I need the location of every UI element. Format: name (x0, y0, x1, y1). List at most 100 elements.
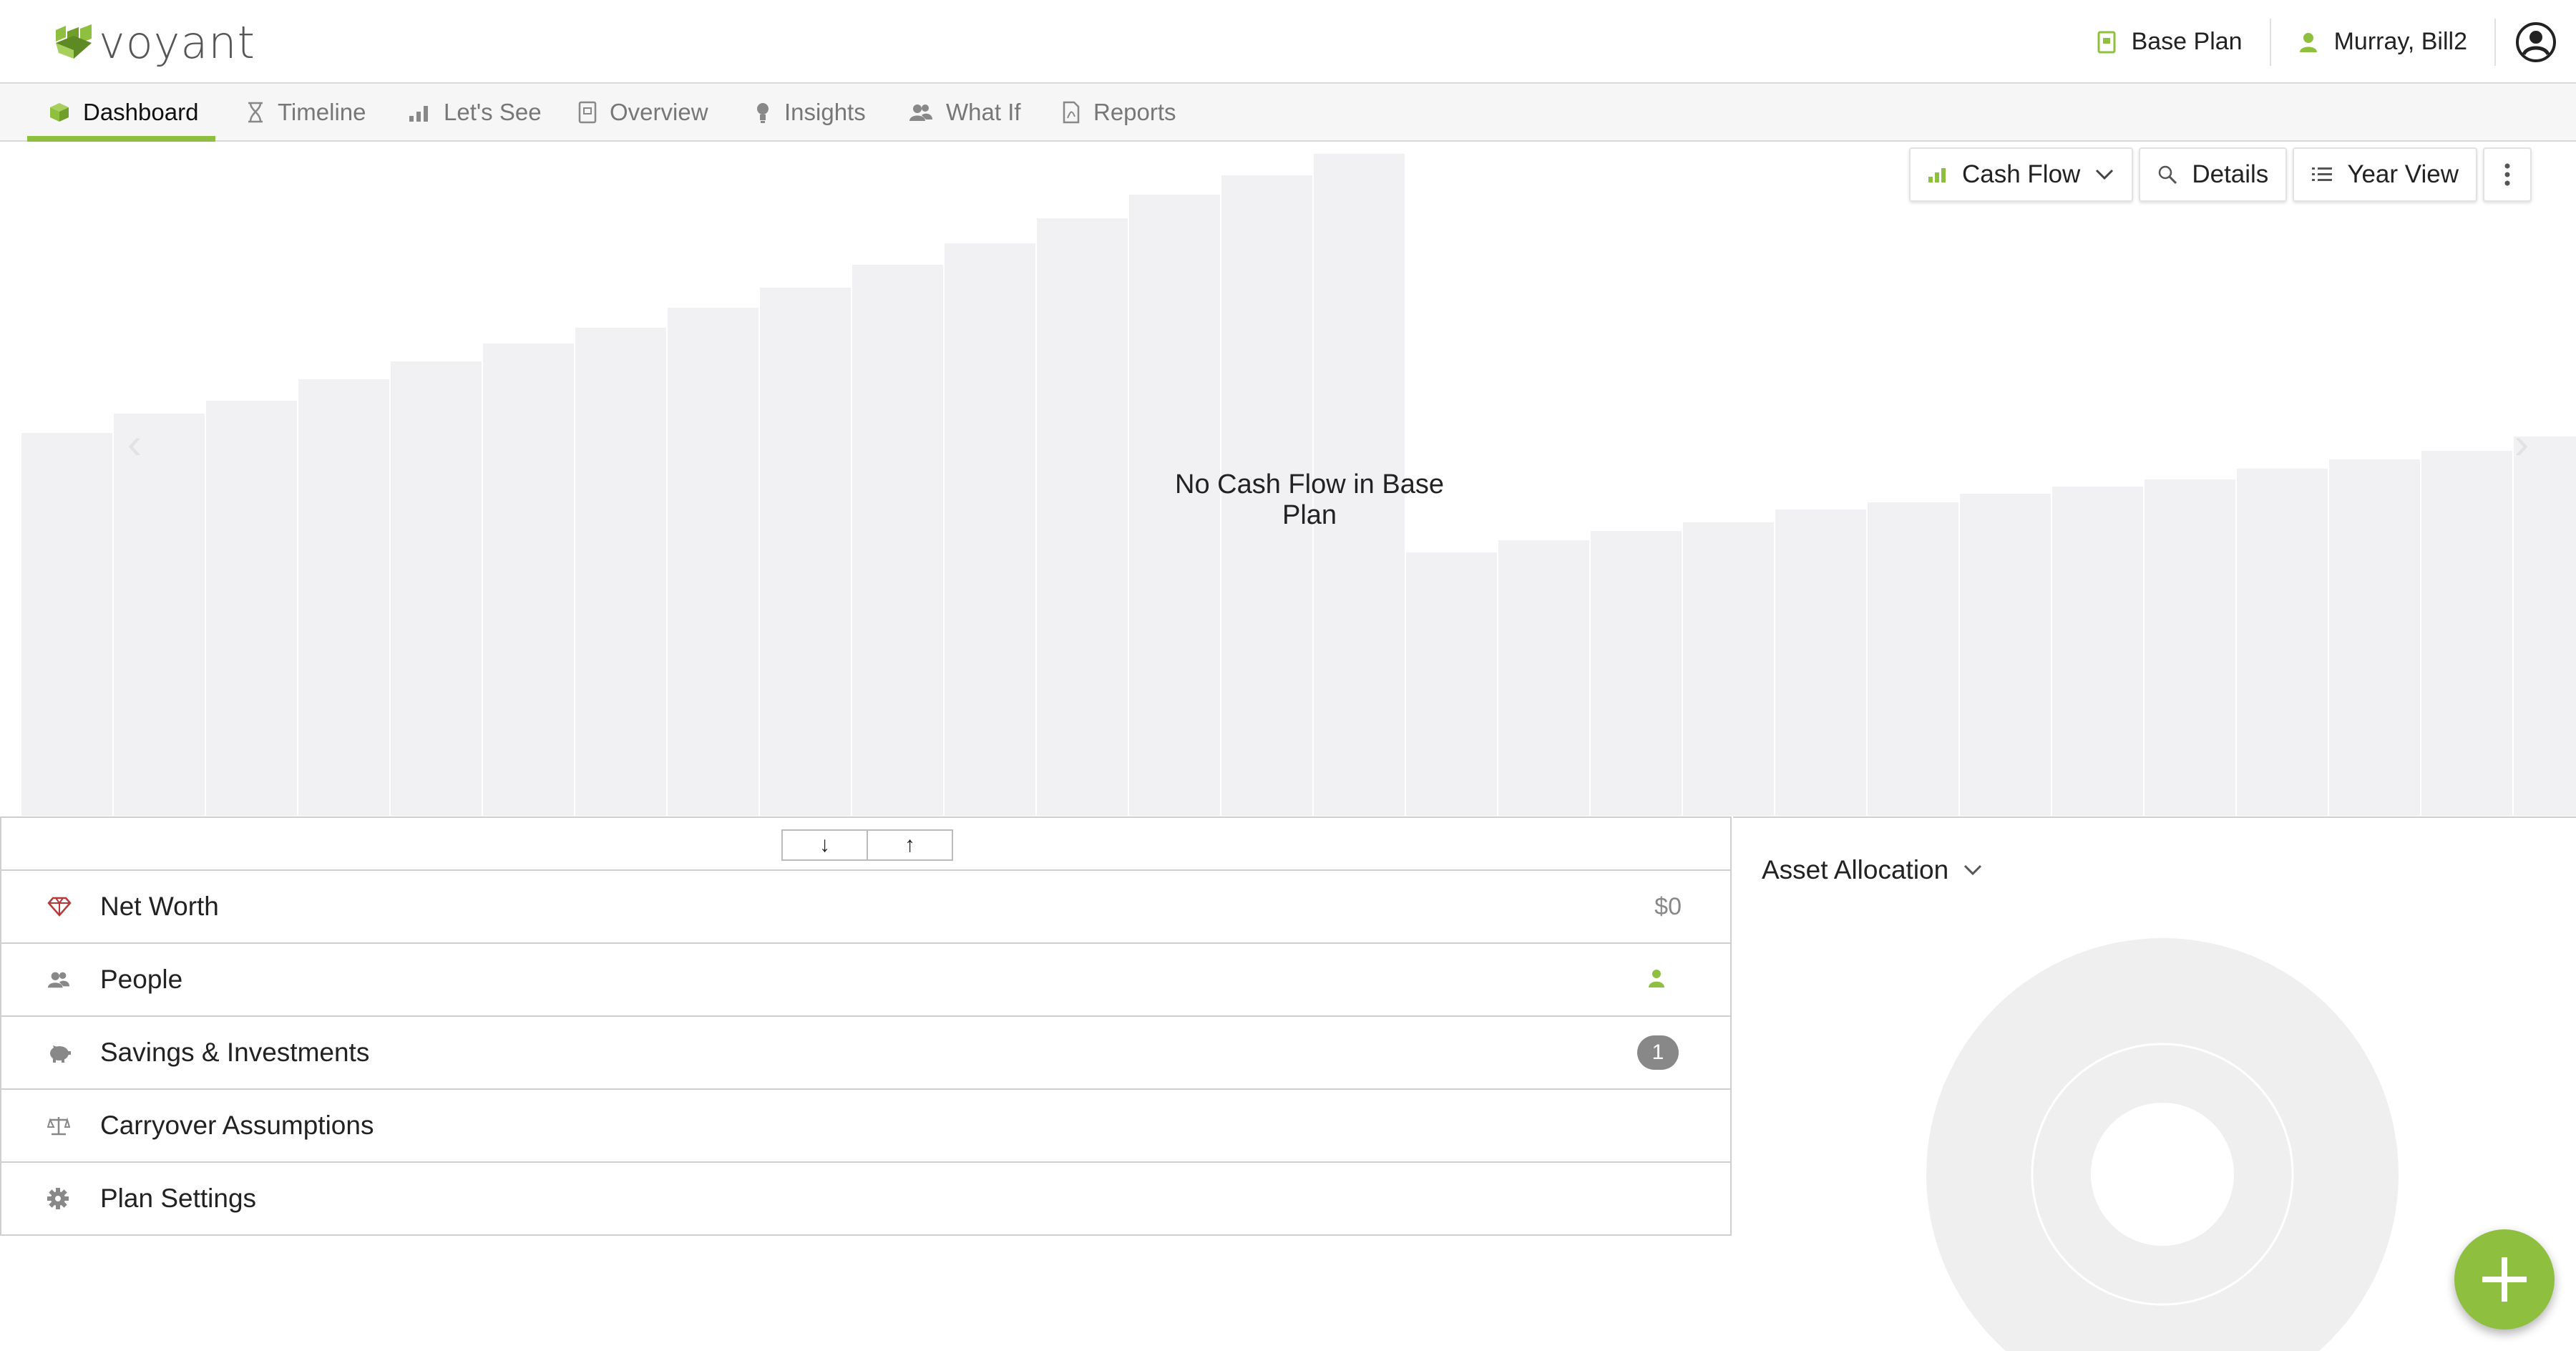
tab-overview[interactable]: Overview (578, 84, 708, 140)
cash-flow-chart[interactable]: ‹ › No Cash Flow in Base Plan (0, 143, 2576, 816)
section-label: Net Worth (100, 892, 219, 921)
main-tab-bar: Dashboard Timeline Let's See Overview In… (0, 84, 2576, 142)
bar-chart-icon (409, 106, 428, 122)
tab-label: Let's See (444, 99, 542, 125)
add-button[interactable] (2454, 1229, 2555, 1330)
voyant-logo[interactable]: voyant (53, 16, 255, 69)
app-header: voyant Base Plan Murray, Bill2 (0, 0, 2576, 84)
placeholder-bar (391, 361, 483, 816)
details-label: Details (2192, 160, 2269, 188)
placeholder-bar (760, 288, 852, 816)
chevron-down-icon (1964, 864, 1982, 876)
year-view-label: Year View (2347, 160, 2459, 188)
tab-reports[interactable]: Reports (1062, 84, 1176, 140)
placeholder-bar (114, 414, 206, 816)
diamond-icon (47, 897, 90, 917)
section-carryover-assumptions[interactable]: Carryover Assumptions (1, 1088, 1730, 1161)
client-selector[interactable]: Murray, Bill2 (2271, 0, 2494, 84)
plan-selector[interactable]: Base Plan (2070, 0, 2270, 84)
chart-toolbar: Cash Flow Details Year View (1909, 147, 2532, 202)
placeholder-bar (1683, 522, 1775, 816)
details-button[interactable]: Details (2139, 147, 2288, 202)
section-label: Plan Settings (100, 1184, 257, 1213)
asset-allocation-title: Asset Allocation (1762, 855, 1949, 884)
cube-icon (50, 103, 69, 122)
people-icon (47, 970, 90, 990)
voyant-logo-icon (56, 24, 92, 59)
tab-what-if[interactable]: What If (909, 84, 1021, 140)
asset-allocation-panel: Asset Allocation (1733, 816, 2576, 1351)
tab-label: Overview (610, 99, 708, 125)
placeholder-bar (852, 265, 945, 816)
placeholder-bar (2145, 479, 2237, 816)
brand-name: voyant (99, 16, 255, 69)
chart-type-label: Cash Flow (1962, 160, 2081, 188)
gear-icon (47, 1188, 90, 1209)
chart-next-arrow[interactable]: › (2487, 412, 2556, 474)
more-options-button[interactable] (2482, 147, 2532, 202)
placeholder-bar (1868, 502, 1960, 816)
chevron-down-icon (2096, 169, 2114, 180)
asset-allocation-dropdown[interactable]: Asset Allocation (1762, 855, 1983, 885)
account-button[interactable] (2496, 0, 2576, 84)
placeholder-bar (1960, 494, 2052, 816)
collapse-down-button[interactable]: ↓ (783, 831, 868, 859)
pdf-icon (1063, 101, 1080, 124)
plan-sections-panel: ↓ ↑ Net Worth $0 People Savings & Invest… (0, 816, 1732, 1236)
count-badge: 1 (1637, 1035, 1679, 1070)
plus-icon (2482, 1257, 2527, 1302)
person-icon (1649, 966, 1664, 994)
placeholder-bar (1037, 218, 1129, 816)
year-view-button[interactable]: Year View (2293, 147, 2477, 202)
tab-lets-see[interactable]: Let's See (408, 84, 542, 140)
placeholder-bar (2421, 451, 2514, 816)
client-name: Murray, Bill2 (2333, 28, 2467, 55)
placeholder-bar (1406, 552, 1498, 816)
section-sort-control: ↓ ↑ (781, 829, 953, 861)
placeholder-bar (21, 433, 114, 816)
asset-allocation-donut-placeholder (1926, 938, 2399, 1351)
tab-timeline[interactable]: Timeline (246, 84, 366, 140)
people-icon (909, 104, 932, 121)
section-plan-settings[interactable]: Plan Settings (1, 1161, 1730, 1234)
placeholder-bar (206, 401, 298, 816)
chart-prev-arrow[interactable]: ‹ (100, 412, 169, 474)
chart-type-dropdown[interactable]: Cash Flow (1909, 147, 2134, 202)
placeholder-bar (2514, 436, 2576, 816)
lightbulb-icon (757, 103, 769, 123)
scales-icon (47, 1116, 90, 1136)
piggy-bank-icon (47, 1043, 90, 1063)
placeholder-bar (1591, 531, 1683, 816)
document-icon (578, 101, 597, 124)
section-net-worth[interactable]: Net Worth $0 (1, 869, 1730, 942)
tab-insights[interactable]: Insights (754, 84, 866, 140)
placeholder-bar (668, 308, 760, 816)
account-circle-icon (2516, 21, 2556, 62)
tab-label: Timeline (278, 99, 366, 125)
tab-dashboard[interactable]: Dashboard (27, 84, 216, 142)
active-tab-indicator (27, 136, 216, 142)
placeholder-bar (2237, 469, 2329, 816)
placeholder-bar (1775, 509, 1868, 816)
net-worth-value: $0 (1654, 892, 1682, 920)
kebab-menu-icon (2504, 163, 2510, 186)
tab-label: Dashboard (83, 99, 199, 125)
collapse-up-button[interactable]: ↑ (868, 831, 952, 859)
placeholder-bar (2052, 487, 2145, 816)
section-people[interactable]: People (1, 942, 1730, 1015)
placeholder-bar (483, 343, 575, 816)
placeholder-bar (298, 379, 391, 816)
section-savings-investments[interactable]: Savings & Investments 1 (1, 1015, 1730, 1088)
plan-icon (2097, 31, 2116, 53)
list-icon (2312, 167, 2333, 181)
hourglass-icon (248, 102, 263, 123)
section-label: People (100, 965, 183, 994)
person-icon (2299, 32, 2317, 52)
placeholder-bar (945, 243, 1037, 816)
search-icon (2159, 165, 2177, 185)
tab-label: Insights (784, 99, 866, 125)
chart-empty-message: No Cash Flow in Base Plan (1175, 469, 1444, 530)
section-label: Carryover Assumptions (100, 1111, 374, 1140)
bar-chart-icon (1928, 168, 1946, 182)
placeholder-bar (1498, 540, 1591, 816)
